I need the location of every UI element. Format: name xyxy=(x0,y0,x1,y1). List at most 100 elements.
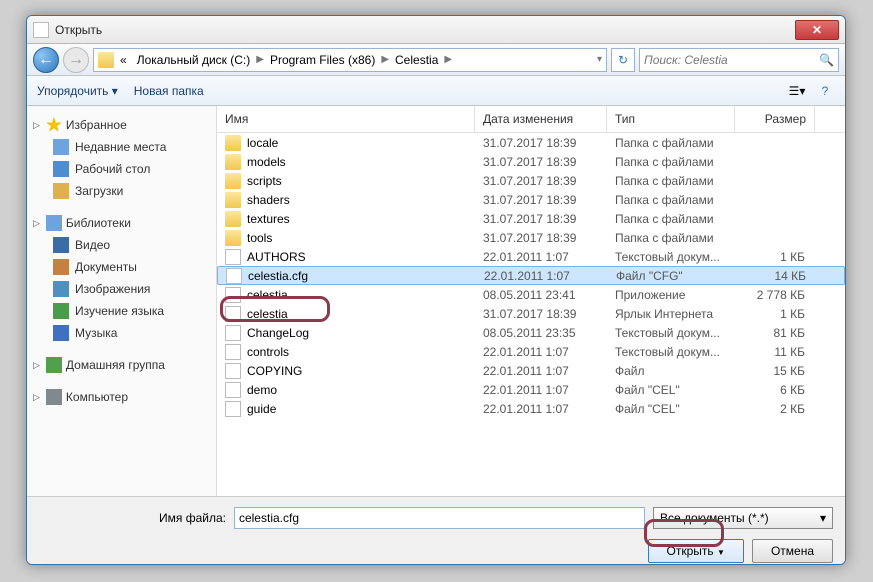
nav-back-button[interactable]: ← xyxy=(33,47,59,73)
file-name: demo xyxy=(247,383,277,397)
file-row[interactable]: AUTHORS 22.01.2011 1:07Текстовый докум...… xyxy=(217,247,845,266)
filename-input[interactable] xyxy=(234,507,645,529)
breadcrumb-prefix[interactable]: « xyxy=(116,51,131,69)
file-name: locale xyxy=(247,136,278,150)
file-size: 14 КБ xyxy=(736,269,816,283)
filetype-filter[interactable]: Все документы (*.*)▾ xyxy=(653,507,833,529)
sidebar-item-recent[interactable]: Недавние места xyxy=(31,136,212,158)
file-icon xyxy=(225,306,241,322)
breadcrumb-icon xyxy=(98,52,114,68)
file-date: 22.01.2011 1:07 xyxy=(475,250,607,264)
file-icon xyxy=(225,363,241,379)
downloads-icon xyxy=(53,183,69,199)
sidebar-item-language[interactable]: Изучение языка xyxy=(31,300,212,322)
sidebar-item-images[interactable]: Изображения xyxy=(31,278,212,300)
file-row[interactable]: COPYING22.01.2011 1:07Файл15 КБ xyxy=(217,361,845,380)
sidebar-computer[interactable]: ▷Компьютер xyxy=(31,386,212,408)
search-box[interactable]: 🔍 xyxy=(639,48,839,72)
file-row[interactable]: celestia31.07.2017 18:39Ярлык Интернета1… xyxy=(217,304,845,323)
file-size: 2 КБ xyxy=(735,402,815,416)
file-icon xyxy=(226,268,242,284)
sidebar: ▷Избранное Недавние места Рабочий стол З… xyxy=(27,106,217,496)
file-date: 22.01.2011 1:07 xyxy=(475,383,607,397)
file-row[interactable]: locale31.07.2017 18:39Папка с файлами xyxy=(217,133,845,152)
star-icon xyxy=(46,117,62,133)
video-icon xyxy=(53,237,69,253)
refresh-button[interactable]: ↻ xyxy=(611,48,635,72)
nav-forward-button: → xyxy=(63,47,89,73)
file-row[interactable]: celestia.cfg22.01.2011 1:07Файл "CFG"14 … xyxy=(217,266,845,285)
sidebar-item-desktop[interactable]: Рабочий стол xyxy=(31,158,212,180)
sidebar-item-documents[interactable]: Документы xyxy=(31,256,212,278)
breadcrumb-dropdown-icon[interactable]: ▾ xyxy=(597,54,602,65)
breadcrumb[interactable]: « Локальный диск (C:)▶ Program Files (x8… xyxy=(93,48,607,72)
help-button[interactable]: ? xyxy=(815,81,835,101)
file-name: tools xyxy=(247,231,272,245)
file-date: 31.07.2017 18:39 xyxy=(475,231,607,245)
file-type: Файл xyxy=(607,364,735,378)
computer-icon xyxy=(46,389,62,405)
file-row[interactable]: shaders31.07.2017 18:39Папка с файлами xyxy=(217,190,845,209)
toolbar: Упорядочить ▾ Новая папка ☰▾ ? xyxy=(27,76,845,106)
filename-label: Имя файла: xyxy=(39,511,226,525)
file-row[interactable]: celestia08.05.2011 23:41Приложение2 778 … xyxy=(217,285,845,304)
file-icon xyxy=(225,287,241,303)
file-list[interactable]: Имя Дата изменения Тип Размер locale 31.0… xyxy=(217,106,845,496)
file-name: celestia xyxy=(247,307,288,321)
file-icon xyxy=(225,382,241,398)
file-row[interactable]: guide22.01.2011 1:07Файл "CEL"2 КБ xyxy=(217,399,845,418)
col-date[interactable]: Дата изменения xyxy=(475,106,607,132)
col-type[interactable]: Тип xyxy=(607,106,735,132)
file-row[interactable]: ChangeLog08.05.2011 23:35Текстовый докум… xyxy=(217,323,845,342)
file-name: AUTHORS xyxy=(247,250,306,264)
file-name: celestia xyxy=(247,288,288,302)
folder-icon xyxy=(225,211,241,227)
cancel-button[interactable]: Отмена xyxy=(752,539,833,563)
file-name: ChangeLog xyxy=(247,326,309,340)
file-name: scripts xyxy=(247,174,282,188)
file-type: Папка с файлами xyxy=(607,212,735,226)
sidebar-item-video[interactable]: Видео xyxy=(31,234,212,256)
file-date: 22.01.2011 1:07 xyxy=(475,364,607,378)
file-name: textures xyxy=(247,212,290,226)
breadcrumb-seg-2[interactable]: Celestia xyxy=(391,51,442,69)
sidebar-homegroup[interactable]: ▷Домашняя группа xyxy=(31,354,212,376)
view-button[interactable]: ☰▾ xyxy=(787,81,807,101)
file-row[interactable]: textures31.07.2017 18:39Папка с файлами xyxy=(217,209,845,228)
file-date: 31.07.2017 18:39 xyxy=(475,155,607,169)
breadcrumb-seg-0[interactable]: Локальный диск (C:) xyxy=(133,51,255,69)
file-row[interactable]: scripts31.07.2017 18:39Папка с файлами xyxy=(217,171,845,190)
file-date: 31.07.2017 18:39 xyxy=(475,174,607,188)
file-date: 31.07.2017 18:39 xyxy=(475,136,607,150)
file-type: Ярлык Интернета xyxy=(607,307,735,321)
close-button[interactable]: ✕ xyxy=(795,20,839,40)
file-row[interactable]: demo 22.01.2011 1:07Файл "CEL"6 КБ xyxy=(217,380,845,399)
breadcrumb-seg-1[interactable]: Program Files (x86) xyxy=(266,51,379,69)
col-name[interactable]: Имя xyxy=(217,106,475,132)
file-type: Папка с файлами xyxy=(607,155,735,169)
organize-button[interactable]: Упорядочить ▾ xyxy=(37,84,118,98)
file-row[interactable]: tools31.07.2017 18:39Папка с файлами xyxy=(217,228,845,247)
file-name: guide xyxy=(247,402,276,416)
sidebar-libraries[interactable]: ▷Библиотеки xyxy=(31,212,212,234)
file-size: 6 КБ xyxy=(735,383,815,397)
file-icon xyxy=(225,325,241,341)
sidebar-item-music[interactable]: Музыка xyxy=(31,322,212,344)
file-row[interactable]: models31.07.2017 18:39Папка с файлами xyxy=(217,152,845,171)
file-name: COPYING xyxy=(247,364,302,378)
documents-icon xyxy=(53,259,69,275)
file-date: 22.01.2011 1:07 xyxy=(475,345,607,359)
file-size: 2 778 КБ xyxy=(735,288,815,302)
file-type: Файл "CEL" xyxy=(607,383,735,397)
file-row[interactable]: controls22.01.2011 1:07Текстовый докум..… xyxy=(217,342,845,361)
file-size: 81 КБ xyxy=(735,326,815,340)
col-size[interactable]: Размер xyxy=(735,106,815,132)
sidebar-item-downloads[interactable]: Загрузки xyxy=(31,180,212,202)
sidebar-favorites[interactable]: ▷Избранное xyxy=(31,114,212,136)
newfolder-button[interactable]: Новая папка xyxy=(134,84,204,98)
open-button[interactable]: Открыть ▼ xyxy=(648,539,744,563)
file-type: Текстовый докум... xyxy=(607,250,735,264)
library-icon xyxy=(46,215,62,231)
search-input[interactable] xyxy=(644,53,819,67)
file-icon xyxy=(225,344,241,360)
